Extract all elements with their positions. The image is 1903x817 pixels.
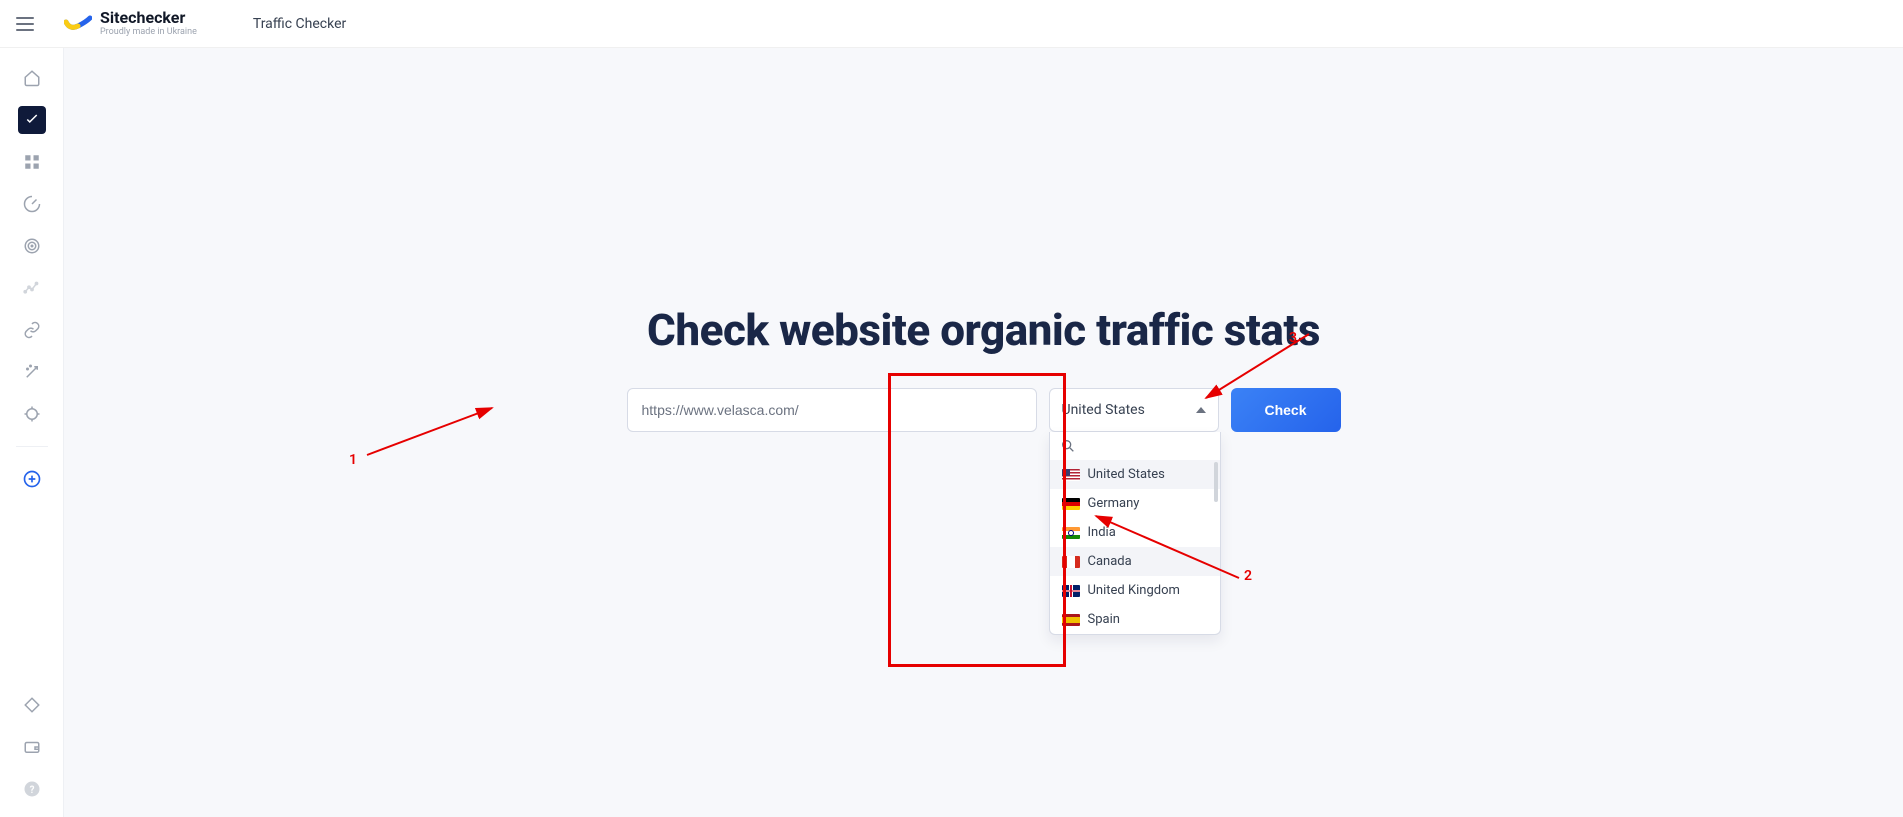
flag-icon (1062, 498, 1080, 510)
country-select[interactable]: United States (1049, 388, 1219, 432)
sidebar-speed[interactable] (18, 190, 46, 218)
main-content: Check website organic traffic stats Unit… (64, 48, 1903, 817)
sidebar-divider (16, 446, 48, 447)
flag-icon (1062, 527, 1080, 539)
sidebar-add-button[interactable] (18, 465, 46, 493)
country-option[interactable]: Spain (1050, 605, 1220, 634)
country-option[interactable]: United Kingdom (1050, 576, 1220, 605)
caret-up-icon (1196, 407, 1206, 413)
hero-title: Check website organic traffic stats (647, 304, 1320, 356)
sidebar-checker[interactable] (18, 106, 46, 134)
country-option[interactable]: Germany (1050, 489, 1220, 518)
menu-toggle-button[interactable] (16, 12, 40, 36)
sidebar-wallet[interactable] (18, 733, 46, 761)
flag-icon (1062, 585, 1080, 597)
country-option-label: Germany (1088, 496, 1140, 511)
sidebar-target[interactable] (18, 232, 46, 260)
search-icon (1060, 438, 1076, 454)
url-input[interactable] (627, 388, 1037, 432)
annotation-label-1: 1 (349, 452, 357, 468)
country-option[interactable]: India (1050, 518, 1220, 547)
country-option-label: Canada (1088, 554, 1132, 569)
flag-icon (1062, 556, 1080, 568)
sidebar-crosshair[interactable] (18, 400, 46, 428)
sidebar: ? (0, 48, 64, 817)
sidebar-magic[interactable] (18, 358, 46, 386)
brand-name: Sitechecker (100, 10, 197, 26)
sidebar-link[interactable] (18, 316, 46, 344)
country-option[interactable]: United States (1050, 460, 1220, 489)
svg-text:?: ? (29, 785, 34, 796)
page-title: Traffic Checker (253, 16, 346, 32)
country-option-label: India (1088, 525, 1116, 540)
annotation-arrow-1 (362, 400, 502, 460)
app-header: Sitechecker Proudly made in Ukraine Traf… (0, 0, 1903, 48)
dropdown-scrollbar[interactable] (1214, 462, 1218, 502)
sidebar-diamond[interactable] (18, 691, 46, 719)
country-option[interactable]: Canada (1050, 547, 1220, 576)
brand-tagline: Proudly made in Ukraine (100, 28, 197, 37)
search-form: United States United StatesGermanyIndiaC… (627, 388, 1341, 432)
sidebar-grid[interactable] (18, 148, 46, 176)
country-option-label: United States (1088, 467, 1165, 482)
dropdown-search[interactable] (1050, 432, 1220, 460)
logo-icon (64, 14, 92, 34)
country-selected-label: United States (1062, 402, 1145, 418)
brand-logo[interactable]: Sitechecker Proudly made in Ukraine (64, 10, 197, 37)
sidebar-trend[interactable] (18, 274, 46, 302)
flag-icon (1062, 469, 1080, 481)
country-option-label: United Kingdom (1088, 583, 1180, 598)
country-option-label: Spain (1088, 612, 1120, 627)
flag-icon (1062, 614, 1080, 626)
country-dropdown: United States Germany India Canada United Ki… (1049, 432, 1221, 635)
sidebar-home[interactable] (18, 64, 46, 92)
sidebar-help[interactable]: ? (18, 775, 46, 803)
check-button[interactable]: Check (1231, 388, 1341, 432)
annotation-label-2: 2 (1244, 568, 1252, 584)
